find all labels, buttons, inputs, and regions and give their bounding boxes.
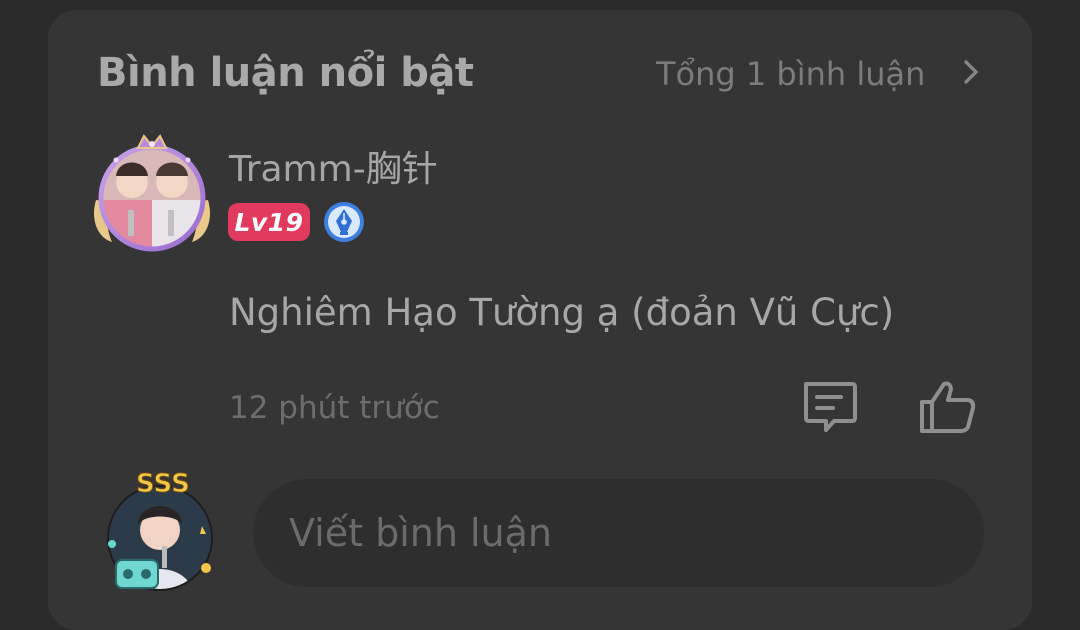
svg-text:SSS: SSS xyxy=(136,469,190,499)
commenter-username[interactable]: Tramm-胸针 xyxy=(229,140,438,192)
comment-input[interactable] xyxy=(253,479,984,587)
section-title: Bình luận nổi bật xyxy=(97,50,474,96)
current-user-avatar[interactable]: SSS xyxy=(102,468,222,596)
commenter-avatar[interactable] xyxy=(88,130,216,258)
pen-nib-badge-icon xyxy=(324,202,364,242)
comment-reply-icon[interactable] xyxy=(800,378,858,436)
chevron-right-icon[interactable] xyxy=(955,56,987,88)
thumbs-up-icon[interactable] xyxy=(916,378,978,436)
total-comments-link[interactable]: Tổng 1 bình luận xyxy=(656,55,925,93)
comment-timestamp: 12 phút trước xyxy=(229,390,440,426)
level-badge: Lv19 xyxy=(228,203,310,241)
comment-body: Nghiêm Hạo Tường ạ (đoản Vũ Cực) xyxy=(229,291,895,334)
